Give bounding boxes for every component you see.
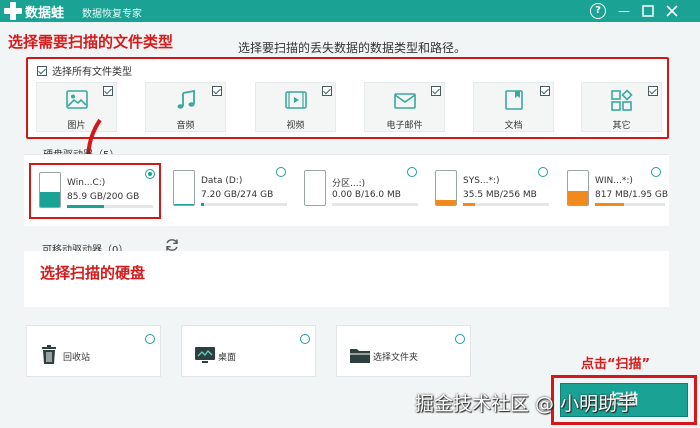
type-label: 视频 xyxy=(286,121,305,131)
recycle-bin-icon xyxy=(42,345,56,364)
file-types-panel: 选择所有文件类型 图片 音频 视频 电子邮件 文档 其它 xyxy=(26,57,669,139)
checkbox-icon[interactable] xyxy=(431,86,441,96)
drive-icon xyxy=(567,170,589,206)
disk-card-d[interactable]: Data (D:) 7.20 GB/274 GB xyxy=(165,163,290,219)
disk-card-sys[interactable]: SYS...*:) 35.5 MB/256 MB xyxy=(427,163,552,219)
instruction-text: 选择要扫描的丢失数据的数据类型和路径。 xyxy=(238,41,467,55)
location-label: 选择文件夹 xyxy=(373,353,419,363)
checkbox-icon[interactable] xyxy=(322,86,332,96)
type-card-email[interactable]: 电子邮件 xyxy=(364,82,445,132)
drive-icon xyxy=(435,170,457,206)
select-all-checkbox[interactable]: 选择所有文件类型 xyxy=(37,63,132,78)
maximize-icon[interactable] xyxy=(640,3,656,19)
disk-usage-bar xyxy=(201,203,287,206)
checkbox-icon[interactable] xyxy=(540,86,550,96)
annotation-click-scan: 点击“扫描” xyxy=(581,357,651,372)
disk-radio[interactable] xyxy=(538,167,548,177)
app-logo-icon xyxy=(4,2,22,20)
type-label: 文档 xyxy=(504,121,523,131)
location-radio[interactable] xyxy=(145,334,155,344)
annotation-select-disk: 选择扫描的硬盘 xyxy=(40,264,146,282)
disk-size: 817 MB/1.95 GB xyxy=(595,190,669,200)
watermark: 掘金技术社区 @ 小明助手 xyxy=(415,393,637,415)
disk-card-win[interactable]: WIN...*:) 817 MB/1.95 GB xyxy=(559,163,669,219)
checkbox-icon[interactable] xyxy=(212,86,222,96)
close-icon[interactable] xyxy=(664,3,680,19)
disk-usage-bar xyxy=(595,203,665,206)
type-card-audio[interactable]: 音频 xyxy=(145,82,226,132)
disk-size: 85.9 GB/200 GB xyxy=(67,192,140,202)
annotation-select-types: 选择需要扫描的文件类型 xyxy=(8,33,174,51)
disk-usage-bar xyxy=(332,203,418,206)
location-desktop[interactable]: 桌面 xyxy=(181,325,316,377)
music-icon xyxy=(177,89,195,109)
drive-icon xyxy=(304,170,326,206)
checkbox-icon[interactable] xyxy=(103,86,113,96)
disk-usage-bar xyxy=(463,203,549,206)
drive-icon xyxy=(39,172,61,208)
drive-icon xyxy=(173,170,195,206)
app-subtitle: 数据恢复专家 xyxy=(82,9,142,20)
disk-size: 0.00 B/16.0 MB xyxy=(332,190,401,200)
disk-size: 7.20 GB/274 GB xyxy=(201,190,274,200)
location-recycle-bin[interactable]: 回收站 xyxy=(26,325,161,377)
folder-icon xyxy=(350,349,370,363)
disk-usage-bar xyxy=(67,205,153,208)
title-bar: 数据蛙 数据恢复专家 ? — xyxy=(0,0,700,22)
type-label: 音频 xyxy=(176,121,195,131)
location-label: 桌面 xyxy=(218,353,237,363)
disk-card-c[interactable]: Win...C:) 85.9 GB/200 GB xyxy=(29,163,161,219)
other-icon xyxy=(610,89,633,111)
disk-name: Win...C:) xyxy=(67,178,106,188)
type-card-documents[interactable]: 文档 xyxy=(473,82,554,132)
checkbox-icon[interactable] xyxy=(37,65,47,76)
location-select-folder[interactable]: 选择文件夹 xyxy=(336,325,471,377)
location-label: 回收站 xyxy=(63,353,91,363)
disk-radio[interactable] xyxy=(651,167,661,177)
disk-radio[interactable] xyxy=(276,167,286,177)
disk-size: 35.5 MB/256 MB xyxy=(463,190,537,200)
disk-list: Win...C:) 85.9 GB/200 GB Data (D:) 7.20 … xyxy=(24,154,669,226)
disk-radio[interactable] xyxy=(407,167,417,177)
disk-name: Data (D:) xyxy=(201,176,243,186)
type-label: 其它 xyxy=(612,121,631,131)
location-radio[interactable] xyxy=(300,334,310,344)
email-icon xyxy=(393,93,416,109)
type-card-video[interactable]: 视频 xyxy=(255,82,336,132)
checkbox-icon[interactable] xyxy=(648,86,658,96)
video-icon xyxy=(284,91,307,109)
location-radio[interactable] xyxy=(455,334,465,344)
app-name: 数据蛙 xyxy=(25,6,65,21)
help-icon[interactable]: ? xyxy=(590,3,606,19)
disk-card-partition[interactable]: 分区...:) 0.00 B/16.0 MB xyxy=(296,163,421,219)
image-icon xyxy=(65,90,88,109)
type-card-other[interactable]: 其它 xyxy=(581,82,662,132)
type-label: 电子邮件 xyxy=(386,121,423,131)
desktop-icon xyxy=(195,347,215,363)
minimize-icon[interactable]: — xyxy=(616,3,632,19)
disk-name: 分区...:) xyxy=(332,179,366,189)
disk-radio[interactable] xyxy=(145,169,155,179)
select-all-label: 选择所有文件类型 xyxy=(52,67,132,78)
disk-name: SYS...*:) xyxy=(463,176,500,186)
document-icon xyxy=(504,90,523,110)
disk-name: WIN...*:) xyxy=(595,176,633,186)
